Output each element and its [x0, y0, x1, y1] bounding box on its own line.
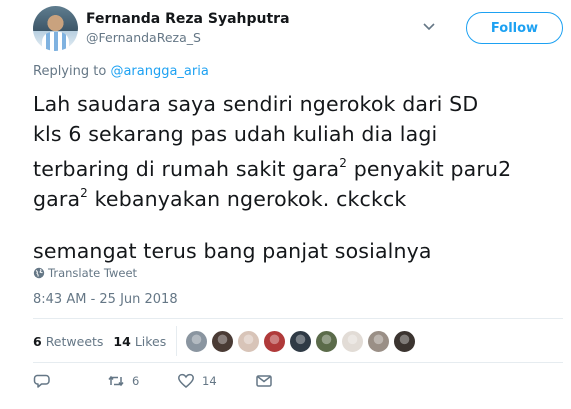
retweet-count: 6	[132, 374, 140, 388]
retweet-icon	[108, 375, 124, 387]
follow-button[interactable]: Follow	[466, 12, 563, 44]
superscript: 2	[339, 156, 348, 170]
liker-avatar[interactable]	[263, 329, 287, 353]
tweet-timestamp[interactable]: 8:43 AM - 25 Jun 2018	[33, 292, 178, 307]
liker-avatar[interactable]	[393, 329, 417, 353]
author-name[interactable]: Fernanda Reza Syahputra	[86, 11, 290, 27]
liker-avatar[interactable]	[211, 329, 235, 353]
globe-icon	[33, 267, 45, 279]
author-avatar[interactable]	[33, 6, 78, 51]
likes-count: 14	[113, 333, 131, 349]
tweet-text-segment: penyakit paru2	[347, 157, 512, 181]
heart-icon	[178, 373, 194, 388]
divider	[33, 362, 563, 363]
superscript: 2	[80, 185, 88, 200]
liker-avatar[interactable]	[315, 329, 339, 353]
liker-avatar[interactable]	[289, 329, 313, 353]
like-button[interactable]: 14	[177, 372, 217, 390]
tweet-line: semangat terus bang panjat sosialnya	[33, 239, 432, 263]
liker-avatar[interactable]	[341, 329, 365, 353]
tweet-line: gara2 kebanyakan ngerokok. ckckck	[33, 179, 563, 211]
author-handle[interactable]: @FernandaReza_S	[86, 30, 201, 45]
tweet-text: Lah saudara saya sendiri ngerokok dari S…	[33, 90, 563, 267]
likes-label: Likes	[134, 333, 167, 349]
direct-message-button[interactable]	[255, 372, 273, 390]
tweet-actions: 6 14	[33, 372, 333, 396]
liker-avatars	[185, 329, 417, 353]
tweet-line: kls 6 sekarang pas udah kuliah dia lagi	[33, 121, 438, 146]
retweets-count: 6	[33, 333, 42, 349]
tweet-text-segment: terbaring di rumah sakit gara	[33, 157, 340, 181]
stats-separator	[176, 326, 178, 356]
tweet-line: terbaring di rumah sakit gara2 penyakit …	[33, 149, 563, 181]
reply-button[interactable]	[33, 372, 58, 390]
reply-icon	[33, 374, 50, 388]
liker-avatar[interactable]	[185, 329, 209, 353]
avatar-jersey	[42, 32, 69, 51]
tweet-line: Lah saudara saya sendiri ngerokok dari S…	[33, 92, 479, 116]
liker-avatar[interactable]	[237, 329, 261, 353]
tweet-text-segment: kebanyakan ngerokok. ckckck	[87, 186, 407, 211]
retweet-button[interactable]: 6	[107, 372, 139, 390]
replying-to-mention[interactable]: @arangga_aria	[110, 64, 208, 79]
envelope-icon	[256, 375, 272, 387]
tweet-stats: 6 Retweets 14 Likes	[33, 326, 417, 356]
translate-tweet-link[interactable]: Translate Tweet	[33, 266, 137, 280]
retweets-stat[interactable]: 6 Retweets	[33, 334, 103, 349]
tweet-text-segment: gara	[33, 186, 81, 211]
likes-stat[interactable]: 14 Likes	[113, 334, 166, 349]
divider	[33, 318, 563, 319]
retweets-label: Retweets	[45, 333, 104, 349]
replying-to: Replying to @arangga_aria	[33, 64, 209, 79]
chevron-down-icon[interactable]	[421, 18, 437, 34]
like-count: 14	[202, 374, 217, 388]
liker-avatar[interactable]	[367, 329, 391, 353]
replying-to-prefix: Replying to	[33, 64, 107, 79]
translate-tweet-label: Translate Tweet	[48, 266, 138, 280]
tweet-header: Fernanda Reza Syahputra @FernandaReza_S …	[33, 6, 563, 52]
